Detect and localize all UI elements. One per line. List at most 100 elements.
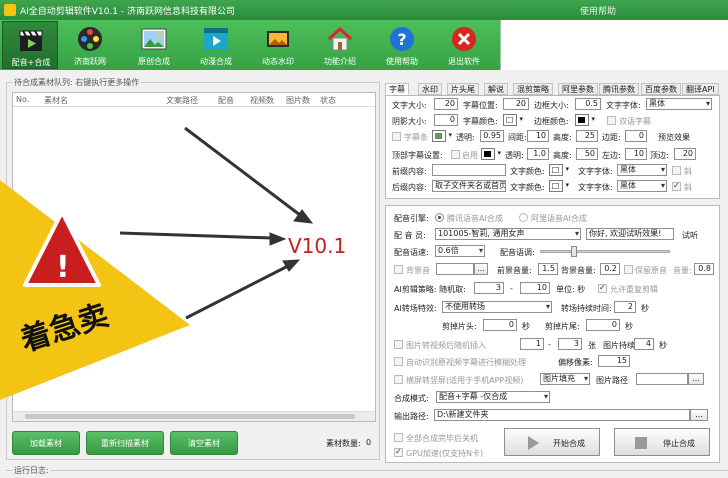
top-margin-label: 顶边: (650, 151, 669, 160)
tool-features[interactable]: 功能介绍 (312, 21, 368, 69)
engine-ali-label: 阿里语音AI合成 (531, 214, 587, 223)
allow-repeat-checkbox[interactable] (598, 283, 607, 293)
img-path-browse-button[interactable]: ... (688, 373, 704, 385)
subtitle-color-picker[interactable] (503, 114, 523, 126)
img-insert-checkbox[interactable] (394, 340, 403, 349)
tab-tencent-params[interactable]: 腾讯参数 (599, 83, 639, 95)
keep-original-checkbox[interactable] (624, 265, 633, 274)
rescan-material-button[interactable]: 重新扫描素材 (86, 431, 164, 455)
border-color-picker[interactable] (575, 114, 595, 126)
back-font-select[interactable]: 黑体 (617, 180, 667, 192)
gpu-checkbox[interactable] (394, 447, 403, 457)
tool-exit[interactable]: 退出软件 (436, 21, 492, 69)
shadow-size-input[interactable]: 0 (434, 114, 458, 126)
engine-tencent-radio[interactable] (435, 213, 444, 222)
stop-merge-button[interactable]: 停止合成 (614, 428, 710, 456)
tab-subtitle[interactable]: 字幕 (385, 83, 409, 95)
start-merge-button[interactable]: 开始合成 (504, 428, 600, 456)
clear-material-button[interactable]: 清空素材 (170, 431, 238, 455)
font-family-select[interactable]: 黑体 (646, 98, 712, 110)
ai-cut-to-input[interactable]: 10 (520, 282, 550, 294)
img-path-input[interactable] (636, 373, 688, 385)
dubbing-settings-panel (385, 205, 720, 463)
tool-dub-merge[interactable]: 配音+合成 (2, 21, 58, 69)
add-material-button[interactable]: 加载素材 (12, 431, 80, 455)
top-margin-input[interactable]: 20 (674, 148, 696, 160)
portrait-checkbox[interactable] (394, 375, 403, 384)
sample-text-input[interactable]: 你好, 欢迎试听效果! (586, 228, 674, 240)
output-browse-button[interactable]: ... (690, 409, 708, 421)
cut-head-sec-label: 秒 (522, 322, 530, 331)
img-insert-from-input[interactable]: 1 (520, 338, 544, 350)
transition-duration-input[interactable]: 2 (614, 301, 636, 313)
voice-select[interactable]: 101005-智莉, 通用女声 (435, 228, 581, 240)
cut-head-input[interactable]: 0 (483, 319, 517, 331)
bg-volume-input[interactable]: 0.2 (600, 263, 620, 275)
window-title: AI全自动剪辑软件V10.1 - 济南跃网信息科技有限公司 (20, 7, 235, 17)
tab-watermark[interactable]: 水印 (418, 83, 442, 95)
engine-ali-radio[interactable] (519, 213, 528, 222)
tone-slider-handle[interactable] (571, 246, 577, 257)
top-height-input[interactable]: 50 (576, 148, 598, 160)
tab-intro-outro[interactable]: 片头尾 (447, 83, 479, 95)
back-color-picker[interactable] (549, 180, 569, 192)
slideshow-icon (267, 31, 289, 47)
output-path-input[interactable]: D:\新建文件夹 (434, 409, 690, 421)
border-size-input[interactable]: 0.5 (575, 98, 601, 110)
tone-slider[interactable] (540, 246, 670, 257)
auto-detect-checkbox[interactable] (394, 357, 403, 366)
try-listen-link[interactable]: 试听 (682, 230, 698, 241)
bilingual-checkbox[interactable] (607, 116, 616, 125)
bar-height-input[interactable]: 25 (576, 130, 598, 142)
bgm-checkbox[interactable] (394, 265, 403, 274)
tool-jinan-yuewang[interactable]: 济南跃网 (62, 21, 118, 69)
ai-cut-from-input[interactable]: 3 (474, 282, 504, 294)
bar-margin-input[interactable]: 0 (625, 130, 647, 142)
front-title-input[interactable] (432, 164, 506, 176)
fg-volume-input[interactable]: 1.5 (538, 263, 558, 275)
offset-input[interactable]: 15 (598, 355, 630, 367)
top-subtitle-enable-checkbox[interactable] (451, 150, 460, 159)
position-input[interactable]: 20 (503, 98, 529, 110)
bilingual-label: 双语字幕 (619, 117, 651, 126)
bgm-browse-button[interactable]: ... (474, 263, 488, 275)
shutdown-checkbox[interactable] (394, 433, 403, 442)
left-margin-input[interactable]: 10 (625, 148, 647, 160)
back-italic-checkbox[interactable] (672, 181, 681, 191)
tab-ali-params[interactable]: 阿里参数 (558, 83, 598, 95)
subtitle-bar-color[interactable] (432, 130, 452, 142)
merge-mode-select[interactable]: 配音+字幕 -仅合成 (436, 391, 550, 403)
original-volume-input[interactable]: 0.8 (694, 263, 714, 275)
tool-help[interactable]: ? 使用帮助 (374, 21, 430, 69)
voice-label: 配 音 员: (394, 231, 426, 240)
top-opacity-input[interactable]: 1.0 (527, 148, 549, 160)
tab-narration[interactable]: 解说 (484, 83, 508, 95)
front-italic-checkbox[interactable] (672, 166, 681, 175)
offset-label: 偏移像素: (558, 358, 593, 367)
fill-mode-select[interactable]: 图片填充 (540, 373, 590, 385)
transition-select[interactable]: 不使用转场 (442, 301, 552, 313)
img-insert-to-input[interactable]: 3 (558, 338, 582, 350)
front-color-picker[interactable] (549, 164, 569, 176)
tool-original-merge[interactable]: 原创合成 (126, 21, 182, 69)
bar-spacing-input[interactable]: 10 (527, 130, 549, 142)
font-size-input[interactable]: 20 (434, 98, 458, 110)
tab-mix-strategy[interactable]: 混剪策略 (513, 83, 553, 95)
tool-dynamic-watermark[interactable]: 动态水印 (250, 21, 306, 69)
tab-baidu-params[interactable]: 百度参数 (641, 83, 681, 95)
help-link[interactable]: 使用帮助 (580, 4, 616, 17)
subtitle-color-label: 字幕颜色: (463, 117, 498, 126)
back-title-input[interactable]: 取子文件夹名或首页 (432, 180, 506, 192)
cut-tail-input[interactable]: 0 (586, 319, 620, 331)
preview-effect-link[interactable]: 预览效果 (658, 132, 690, 143)
bgm-path-input[interactable] (436, 263, 474, 275)
bar-opacity-input[interactable]: 0.95 (480, 130, 504, 142)
subtitle-bar-checkbox[interactable] (392, 132, 401, 141)
tool-anime-merge[interactable]: 动漫合成 (188, 21, 244, 69)
speed-select[interactable]: 0.6倍 (435, 245, 485, 257)
tab-translate-api[interactable]: 翻译API (682, 83, 719, 95)
speed-label: 配音语速: (394, 248, 429, 257)
img-duration-input[interactable]: 4 (634, 338, 654, 350)
front-font-select[interactable]: 黑体 (617, 164, 667, 176)
top-subtitle-color[interactable] (481, 148, 501, 160)
